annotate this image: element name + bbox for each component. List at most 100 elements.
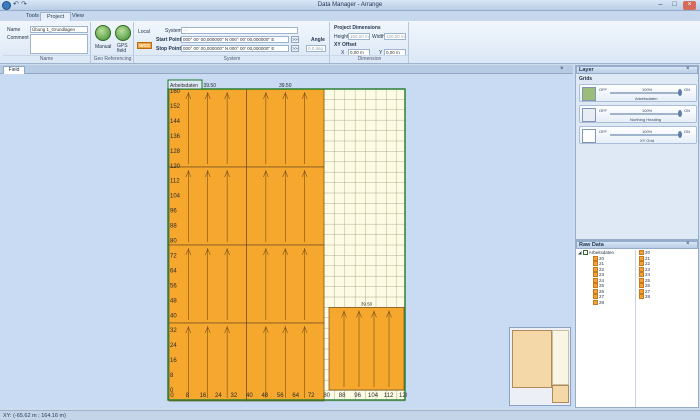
plot-swatch-icon (593, 261, 598, 266)
system-label: System (165, 28, 182, 34)
raw-data-item-label: 27 (645, 288, 651, 294)
row-coordinate-label: 104 (170, 194, 181, 200)
document-tab-strip: Field × (0, 65, 573, 74)
layer-visibility-state[interactable]: OFF (599, 108, 607, 113)
title-bar: ↶ ↷ Data Manager - Arrange – □ × (0, 0, 700, 11)
layer-badge[interactable]: ON (684, 108, 690, 113)
minimap-field (512, 330, 552, 388)
row-coordinate-label: 32 (170, 328, 177, 334)
opacity-slider-knob[interactable] (678, 110, 682, 117)
layer-card-northing[interactable]: OFF 100% ON Northing Heading (579, 105, 697, 123)
plot-swatch-icon (593, 288, 598, 294)
layer-card-arbeitsdaten[interactable]: OFF 100% ON Arbeitsdaten (579, 84, 697, 102)
window-title: Data Manager - Arrange (317, 2, 383, 8)
layer-badge[interactable]: ON (684, 87, 690, 92)
local-option[interactable]: Local (138, 29, 150, 35)
row-coordinate-label: 120 (170, 164, 181, 170)
column-coordinate-label: 96 (354, 393, 361, 399)
plot-swatch-icon (639, 266, 644, 272)
comment-field[interactable] (30, 34, 88, 54)
close-document-icon[interactable]: × (560, 66, 564, 72)
project-dimensions-title: Project Dimensions (334, 25, 381, 31)
layer-name: XY Grid (640, 138, 654, 143)
opacity-slider[interactable] (610, 113, 680, 115)
comment-label: Comment (7, 35, 29, 41)
plot-swatch-icon (593, 272, 598, 277)
row-coordinate-label: 24 (170, 343, 177, 349)
stop-point-label: Stop Point (156, 46, 181, 52)
opacity-slider-knob[interactable] (678, 89, 682, 96)
wgs-button[interactable]: WGS (137, 42, 152, 49)
raw-data-item-label: 20 (599, 255, 605, 261)
geo-referencing-label: Geo Referencing (92, 55, 133, 62)
minimap-grid (552, 330, 569, 385)
raw-tree-items: 20 21 22 23 24 25 26 27 28 (578, 255, 635, 306)
plot-swatch-icon (639, 283, 644, 288)
layer-panel-close-icon[interactable]: × (686, 66, 690, 72)
raw-data-panel: Raw Data × ◢ Arbeitsdaten 20 21 22 23 24 25 26… (575, 240, 699, 408)
column-coordinate-label: 16 (200, 393, 207, 399)
plot-swatch-icon (639, 288, 644, 294)
raw-data-item-label: 25 (599, 283, 605, 288)
raw-data-item-label: 24 (645, 272, 651, 277)
layer-panel: Layer × Grids OFF 100% ON Arbeitsdaten O… (575, 65, 699, 240)
start-point-button[interactable]: >> (291, 36, 299, 43)
name-label: Name (7, 27, 21, 33)
layer-card-xy-grid[interactable]: OFF 100% ON XY Grid (579, 126, 697, 144)
dimension-group-label: Dimension (331, 55, 408, 62)
plot-swatch-icon (593, 277, 598, 283)
layer-badge[interactable]: ON (684, 129, 690, 134)
stop-point-button[interactable]: >> (291, 45, 299, 52)
column-coordinate-label: 32 (231, 393, 238, 399)
opacity-slider[interactable] (610, 92, 680, 94)
plot-swatch-icon (593, 255, 598, 261)
manual-label: Manual (95, 44, 112, 50)
row-coordinate-label: 48 (170, 298, 177, 304)
raw-panel-close-icon[interactable]: × (686, 241, 690, 247)
geo-referencing-group: Manual GPS field Geo Referencing (92, 22, 134, 63)
manual-georef-button[interactable] (95, 25, 111, 41)
system-group-label: System (135, 55, 329, 62)
start-point-label: Start Point (156, 37, 182, 43)
close-button[interactable]: × (683, 1, 696, 10)
maximize-button[interactable]: □ (668, 1, 681, 10)
plot-swatch-icon (639, 255, 644, 261)
name-group-label: Name (3, 55, 90, 62)
angle-field[interactable]: 0,0 deg (306, 45, 326, 52)
name-field[interactable]: Übung 1_Grundlagen (30, 26, 88, 33)
raw-data-item-label: 23 (645, 266, 651, 272)
checkbox-icon[interactable] (582, 250, 588, 255)
row-coordinate-label: 144 (170, 119, 181, 125)
field-map[interactable]: Arbeitsdaten39.5039.5039.5040.0040.0040.… (167, 79, 407, 402)
plot-swatch-icon (593, 266, 598, 272)
row-coordinate-label: 72 (170, 253, 177, 259)
raw-tree: ◢ Arbeitsdaten 20 21 22 23 24 25 26 27 28 (578, 250, 636, 407)
tab-field[interactable]: Field (3, 66, 25, 74)
plot-swatch-icon (639, 272, 644, 277)
width-field[interactable]: 120,00 m (384, 33, 406, 40)
tab-view[interactable]: View (66, 12, 90, 21)
width-label: Width (372, 34, 385, 40)
column-coordinate-label: 88 (339, 393, 346, 399)
row-coordinate-label: 56 (170, 283, 177, 289)
raw-data-item-label: 26 (599, 288, 605, 294)
height-field[interactable]: 160,00 m (348, 33, 370, 40)
opacity-slider-knob[interactable] (678, 131, 682, 138)
column-coordinate-label: 48 (261, 393, 268, 399)
raw-data-item[interactable]: 28 (593, 299, 635, 306)
stop-point-field[interactable]: 000° 00' 00,000000'' N 000° 00' 00,00000… (181, 45, 289, 52)
opacity-slider[interactable] (610, 134, 680, 136)
layer-visibility-state[interactable]: OFF (599, 129, 607, 134)
angle-label: Angle (311, 37, 325, 43)
overview-minimap[interactable] (509, 327, 571, 406)
gps-field-button[interactable] (115, 25, 131, 41)
system-field[interactable]: --- (181, 27, 298, 34)
grids-heading: Grids (579, 76, 593, 82)
raw-data-item[interactable]: 28 (639, 294, 697, 300)
layer-visibility-state[interactable]: OFF (599, 87, 607, 92)
height-label: Height (334, 34, 349, 40)
coordinate-readout: XY: (-65.62 m ; 164.16 m) (3, 413, 66, 419)
grid-icon (582, 129, 596, 143)
start-point-field[interactable]: 000° 00' 00,000000'' N 000° 00' 00,00000… (181, 36, 289, 43)
minimize-button[interactable]: – (654, 1, 667, 10)
